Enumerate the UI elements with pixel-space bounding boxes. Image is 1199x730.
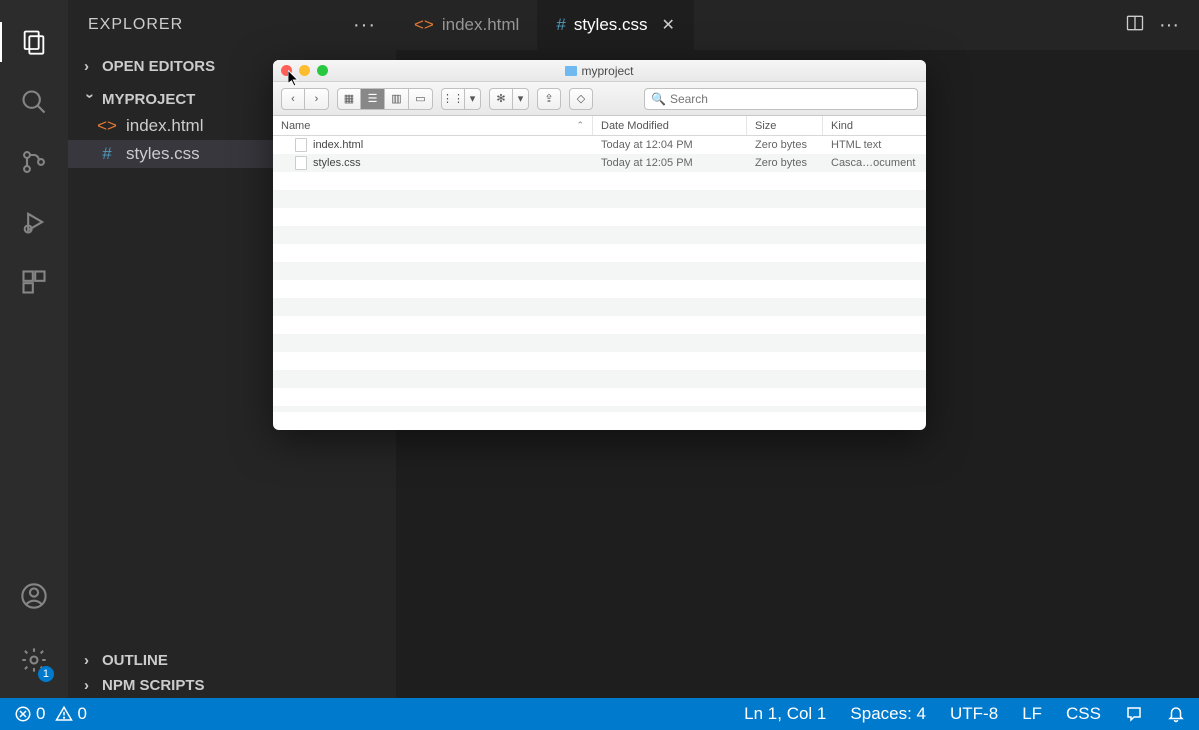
window-minimize-button[interactable]: [299, 65, 310, 76]
forward-button[interactable]: ›: [305, 88, 329, 110]
finder-column-headers: Name ⌃ Date Modified Size Kind: [273, 116, 926, 136]
status-encoding[interactable]: UTF-8: [950, 704, 998, 724]
file-date: Today at 12:04 PM: [593, 139, 747, 151]
bell-icon[interactable]: [1167, 705, 1185, 723]
project-label: MYPROJECT: [102, 91, 195, 108]
finder-file-list: index.html Today at 12:04 PM Zero bytes …: [273, 136, 926, 412]
settings-badge: 1: [38, 666, 54, 682]
finder-window: myproject ‹ › ▦ ☰ ▥ ▭ ⋮⋮ ▾ ✻ ▾ ⇪ ◇ 🔍 Nam: [273, 60, 926, 430]
file-kind: HTML text: [823, 139, 926, 151]
sidebar-header: EXPLORER ···: [68, 0, 396, 50]
file-name: index.html: [126, 116, 203, 136]
feedback-icon[interactable]: [1125, 705, 1143, 723]
file-kind: Casca…ocument: [823, 157, 926, 169]
arrange-button[interactable]: ⋮⋮: [441, 88, 465, 110]
chevron-right-icon: ›: [84, 652, 96, 669]
status-eol[interactable]: LF: [1022, 704, 1042, 724]
account-icon[interactable]: [10, 572, 58, 620]
tab-styles-css[interactable]: # styles.css ✕: [538, 0, 694, 50]
folder-icon: [565, 66, 577, 76]
chevron-right-icon: ›: [84, 677, 96, 694]
action-buttons: ✻ ▾: [489, 88, 529, 110]
window-close-button[interactable]: [281, 65, 292, 76]
split-editor-icon[interactable]: [1125, 13, 1145, 38]
finder-search[interactable]: 🔍: [644, 88, 918, 110]
column-view-button[interactable]: ▥: [385, 88, 409, 110]
action-dropdown[interactable]: ▾: [513, 88, 529, 110]
tab-index-html[interactable]: <> index.html: [396, 0, 538, 50]
sidebar-more-icon[interactable]: ···: [353, 14, 376, 37]
html-file-icon: <>: [414, 15, 434, 35]
sort-indicator-icon: ⌃: [576, 120, 584, 131]
chevron-down-icon: ›: [82, 94, 99, 106]
column-name[interactable]: Name ⌃: [273, 116, 593, 135]
file-name: styles.css: [313, 157, 361, 169]
list-view-button[interactable]: ☰: [361, 88, 385, 110]
icon-view-button[interactable]: ▦: [337, 88, 361, 110]
settings-icon[interactable]: 1: [10, 636, 58, 684]
file-name: styles.css: [126, 144, 200, 164]
extensions-icon[interactable]: [10, 258, 58, 306]
column-size[interactable]: Size: [747, 116, 823, 135]
window-maximize-button[interactable]: [317, 65, 328, 76]
status-errors[interactable]: 0: [14, 704, 45, 724]
file-icon: [295, 156, 307, 170]
open-editors-label: OPEN EDITORS: [102, 58, 215, 75]
more-actions-icon[interactable]: ···: [1159, 14, 1179, 37]
tab-label: index.html: [442, 15, 519, 35]
finder-row[interactable]: index.html Today at 12:04 PM Zero bytes …: [273, 136, 926, 154]
close-icon[interactable]: ✕: [662, 15, 675, 35]
file-icon: [295, 138, 307, 152]
finder-titlebar[interactable]: myproject: [273, 60, 926, 82]
share-button[interactable]: ⇪: [537, 88, 561, 110]
nav-buttons: ‹ ›: [281, 88, 329, 110]
status-cursor-position[interactable]: Ln 1, Col 1: [744, 704, 826, 724]
tab-bar: <> index.html # styles.css ✕ ···: [396, 0, 1199, 50]
arrange-dropdown[interactable]: ▾: [465, 88, 481, 110]
file-size: Zero bytes: [747, 139, 823, 151]
file-date: Today at 12:05 PM: [593, 157, 747, 169]
search-icon[interactable]: [10, 78, 58, 126]
tab-actions: ···: [1125, 0, 1199, 50]
css-file-icon: #: [98, 144, 116, 164]
explorer-icon[interactable]: [10, 18, 58, 66]
status-bar: 0 0 Ln 1, Col 1 Spaces: 4 UTF-8 LF CSS: [0, 698, 1199, 730]
gallery-view-button[interactable]: ▭: [409, 88, 433, 110]
arrange-buttons: ⋮⋮ ▾: [441, 88, 481, 110]
empty-rows: [273, 172, 926, 412]
outline-section[interactable]: › OUTLINE: [68, 648, 396, 673]
npm-scripts-section[interactable]: › NPM SCRIPTS: [68, 673, 396, 698]
finder-search-input[interactable]: [670, 92, 911, 106]
search-icon: 🔍: [651, 92, 666, 106]
source-control-icon[interactable]: [10, 138, 58, 186]
tags-button[interactable]: ◇: [569, 88, 593, 110]
view-buttons: ▦ ☰ ▥ ▭: [337, 88, 433, 110]
finder-toolbar: ‹ › ▦ ☰ ▥ ▭ ⋮⋮ ▾ ✻ ▾ ⇪ ◇ 🔍: [273, 82, 926, 116]
css-file-icon: #: [556, 15, 565, 35]
back-button[interactable]: ‹: [281, 88, 305, 110]
finder-title-text: myproject: [581, 64, 633, 78]
npm-scripts-label: NPM SCRIPTS: [102, 677, 205, 694]
file-size: Zero bytes: [747, 157, 823, 169]
outline-label: OUTLINE: [102, 652, 168, 669]
debug-icon[interactable]: [10, 198, 58, 246]
finder-row[interactable]: styles.css Today at 12:05 PM Zero bytes …: [273, 154, 926, 172]
action-button[interactable]: ✻: [489, 88, 513, 110]
status-indent[interactable]: Spaces: 4: [850, 704, 926, 724]
activity-bar: 1: [0, 0, 68, 698]
file-name: index.html: [313, 139, 363, 151]
sidebar-title: EXPLORER: [88, 16, 183, 34]
status-language[interactable]: CSS: [1066, 704, 1101, 724]
tab-label: styles.css: [574, 15, 648, 35]
warning-count: 0: [77, 704, 86, 724]
html-file-icon: <>: [98, 116, 116, 136]
chevron-right-icon: ›: [84, 58, 96, 75]
column-kind[interactable]: Kind: [823, 116, 926, 135]
status-warnings[interactable]: 0: [55, 704, 86, 724]
finder-title: myproject: [273, 64, 926, 78]
column-date[interactable]: Date Modified: [593, 116, 747, 135]
traffic-lights: [281, 65, 328, 76]
error-count: 0: [36, 704, 45, 724]
